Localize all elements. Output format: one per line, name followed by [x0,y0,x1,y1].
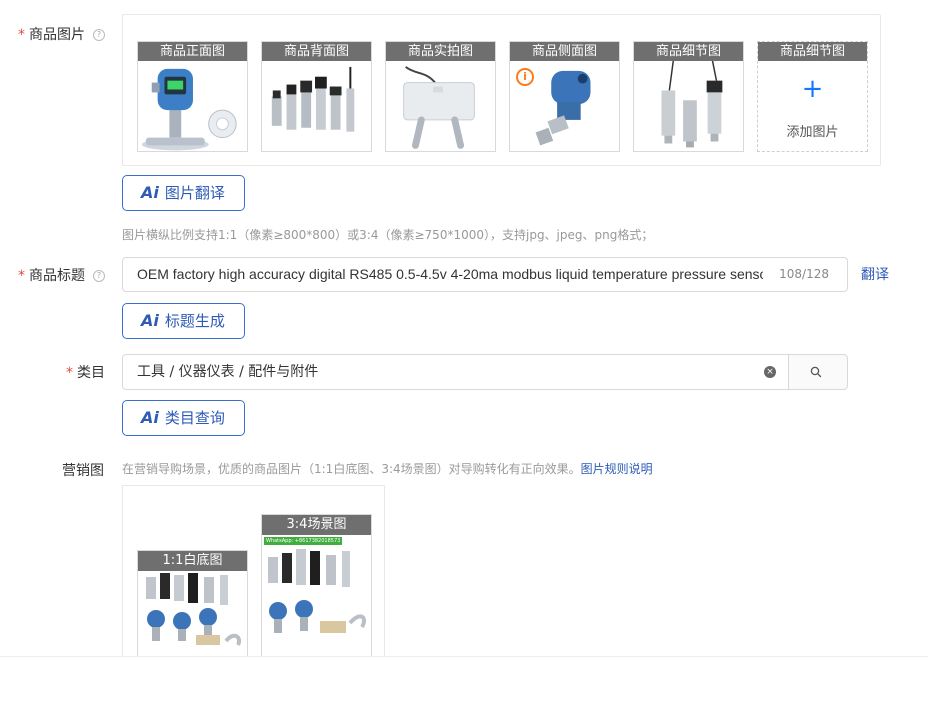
product-images-label-text: 商品图片 [29,27,85,43]
category-label: * 类目 [66,362,105,382]
thumb-caption: 商品细节图 [634,42,743,61]
product-image-back[interactable]: 商品背面图 [261,41,372,152]
whatsapp-badge: WhatsApp: +8617382018573 [264,537,343,545]
thumb-caption: 3:4场景图 [262,515,371,535]
plus-icon: + [801,74,824,104]
product-title-input[interactable]: OEM factory high accuracy digital RS485 … [122,257,848,292]
image-translate-button[interactable]: Ai 图片翻译 [122,175,245,211]
category-input[interactable]: 工具 / 仪器仪表 / 配件与附件 × [122,354,789,390]
translate-link[interactable]: 翻译 [861,264,889,284]
title-char-counter: 108/128 [779,267,829,281]
category-query-button[interactable]: Ai 类目查询 [122,400,245,436]
product-image-real[interactable]: 商品实拍图 [385,41,496,152]
image-requirements-hint: 图片横纵比例支持1:1（像素≥800*800）或3:4（像素≥750*1000）… [122,228,654,242]
white-background-image [146,573,241,646]
product-title-value[interactable]: OEM factory high accuracy digital RS485 … [137,258,763,291]
category-label-text: 类目 [77,365,105,381]
marketing-images-label: 营销图 [62,463,104,479]
ai-icon: Ai [141,183,159,202]
add-image-text: 添加图片 [786,125,839,140]
thumb-caption: 商品侧面图 [510,42,619,61]
title-generate-button[interactable]: Ai 标题生成 [122,303,245,339]
add-detail-image-slot[interactable]: 商品细节图 + 添加图片 [757,41,868,152]
sensor-group-image [271,66,355,132]
image-translate-label: 图片翻译 [164,184,225,202]
category-query-label: 类目查询 [164,409,225,427]
thumb-caption: 商品正面图 [138,42,247,61]
product-image-front[interactable]: 商品正面图 [137,41,248,152]
marketing-image-scene[interactable]: 3:4场景图 WhatsApp: +8617382018573 [261,514,372,656]
title-generate-label: 标题生成 [164,312,225,330]
question-circle-icon[interactable]: ? [93,29,105,41]
required-mark: * [66,365,73,381]
divider [0,656,928,657]
thumb-caption: 商品背面图 [262,42,371,61]
info-circle-icon[interactable]: i [516,68,534,86]
image-rules-link[interactable]: 图片规则说明 [581,462,653,476]
required-mark: * [18,268,25,284]
marketing-hint: 在营销导购场景，优质的商品图片（1:1白底图、3:4场景图）对导购转化有正向效果… [122,460,653,477]
pressure-transmitter-image [141,68,237,151]
search-icon [810,366,822,378]
product-title-label-text: 商品标题 [29,268,85,284]
marketing-hint-text: 在营销导购场景，优质的商品图片（1:1白底图、3:4场景图）对导购转化有正向效果… [122,462,581,476]
category-value[interactable]: 工具 / 仪器仪表 / 配件与附件 [137,355,318,389]
product-images-panel: 商品正面图 商品背面图 商品实拍图 商品侧面图 i 商品细节图 商品细节图 + … [122,14,881,166]
ai-icon: Ai [141,408,159,427]
thumb-caption: 商品实拍图 [386,42,495,61]
product-image-side[interactable]: 商品侧面图 i [509,41,620,152]
diff-pressure-sensor-image [403,66,475,149]
question-circle-icon[interactable]: ? [93,270,105,282]
category-search-button[interactable] [788,354,848,390]
product-images-label: * 商品图片? [18,24,105,44]
product-image-detail[interactable]: 商品细节图 [633,41,744,152]
marketing-image-square[interactable]: 1:1白底图 [137,550,248,656]
ai-icon: Ai [141,311,159,330]
clear-circle-icon[interactable]: × [764,366,776,378]
product-title-label: * 商品标题? [18,265,105,285]
required-mark: * [18,27,25,43]
scene-image [268,549,367,633]
marketing-images-panel: 1:1白底图 3:4场景图 WhatsApp: +8617382018573 [122,485,385,657]
steel-sensors-image [661,61,723,148]
thumb-caption: 1:1白底图 [138,551,247,571]
thumb-caption: 商品细节图 [758,42,867,61]
